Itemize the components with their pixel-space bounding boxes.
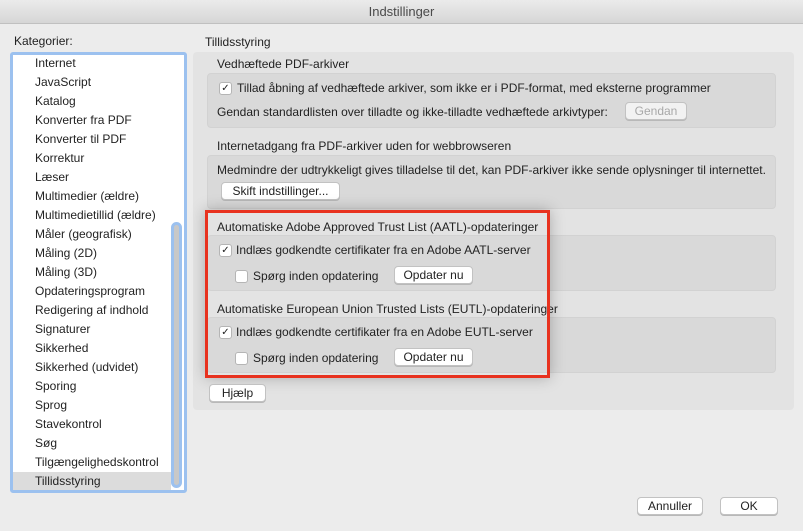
internet-title: Internetadgang fra PDF-arkiver uden for …: [217, 139, 512, 153]
sidebar-item[interactable]: Måling (2D): [35, 244, 97, 263]
sidebar-item[interactable]: Måling (3D): [35, 263, 97, 282]
sidebar-item[interactable]: Opdateringsprogram: [35, 282, 145, 301]
category-list[interactable]: Internet JavaScript Katalog Konverter fra P…: [10, 52, 187, 493]
sidebar-item[interactable]: Multimedietillid (ældre): [35, 206, 156, 225]
sidebar-item[interactable]: Internet: [35, 55, 76, 73]
restore-label: Gendan standardlisten over tilladte og i…: [217, 105, 608, 119]
categories-label: Kategorier:: [14, 34, 73, 48]
sidebar-item[interactable]: Konverter til PDF: [35, 130, 126, 149]
page-title: Tillidsstyring: [205, 35, 271, 49]
scrollbar[interactable]: [171, 222, 182, 488]
sidebar-item[interactable]: Sikkerhed (udvidet): [35, 358, 138, 377]
sidebar-item[interactable]: Multimedier (ældre): [35, 187, 139, 206]
sidebar-item[interactable]: Redigering af indhold: [35, 301, 148, 320]
allow-attachments-label: Tillad åbning af vedhæftede arkiver, som…: [237, 81, 711, 95]
cancel-button[interactable]: Annuller: [637, 497, 703, 515]
highlight-annotation: [205, 210, 550, 378]
sidebar-item[interactable]: Korrektur: [35, 149, 84, 168]
sidebar-item[interactable]: Signaturer: [35, 320, 90, 339]
sidebar-item[interactable]: Katalog: [35, 92, 76, 111]
sidebar-item[interactable]: Søg: [35, 434, 57, 453]
sidebar-item[interactable]: Måler (geografisk): [35, 225, 132, 244]
sidebar-item[interactable]: JavaScript: [35, 73, 91, 92]
sidebar-item[interactable]: Sikkerhed: [35, 339, 88, 358]
sidebar-item[interactable]: Sporing: [35, 377, 76, 396]
sidebar-item[interactable]: Konverter fra PDF: [35, 111, 132, 130]
sidebar-item[interactable]: Tilgængelighedskontrol: [35, 453, 159, 472]
help-button[interactable]: Hjælp: [209, 384, 266, 402]
sidebar-item[interactable]: Stavekontrol: [35, 415, 102, 434]
attachments-title: Vedhæftede PDF-arkiver: [217, 57, 350, 71]
change-settings-button[interactable]: Skift indstillinger...: [221, 182, 340, 200]
internet-text: Medmindre der udtrykkeligt gives tillade…: [217, 163, 766, 177]
sidebar-item[interactable]: Tillidsstyring: [13, 472, 171, 490]
sidebar-item[interactable]: Læser: [35, 168, 69, 187]
allow-attachments-checkbox[interactable]: ✓: [219, 82, 232, 95]
window-title: Indstillinger: [0, 0, 803, 24]
restore-button[interactable]: Gendan: [625, 102, 687, 120]
ok-button[interactable]: OK: [720, 497, 778, 515]
sidebar-item[interactable]: Sprog: [35, 396, 67, 415]
